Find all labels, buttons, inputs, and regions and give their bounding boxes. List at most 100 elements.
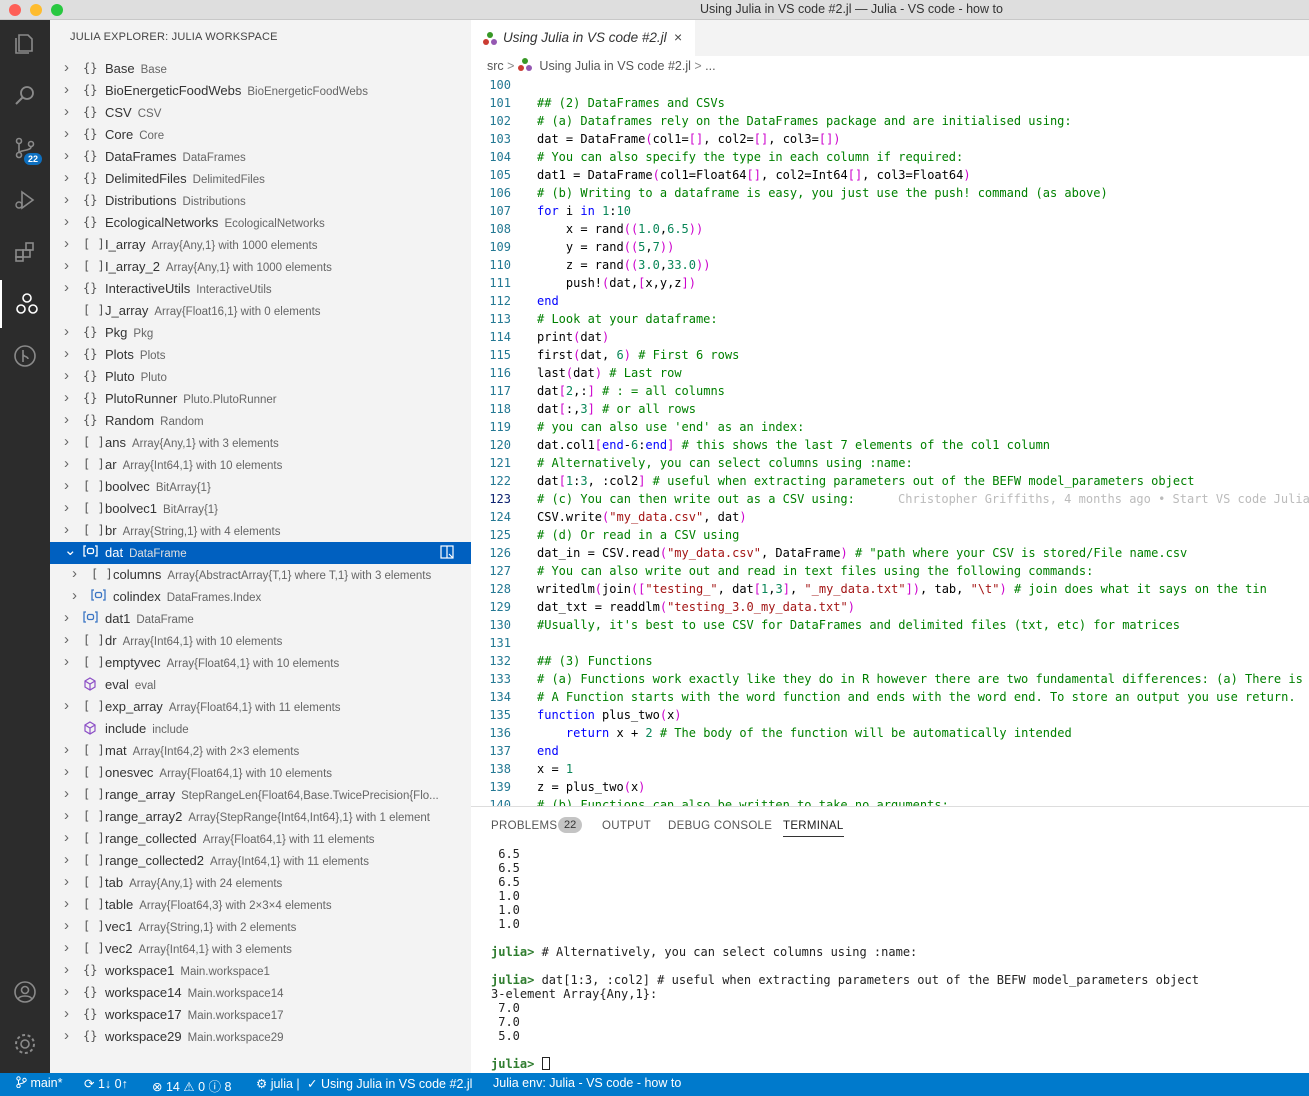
chevron-right-icon[interactable]: ›	[64, 741, 69, 758]
sync-status[interactable]: ⟳ 1↓ 0↑	[84, 1076, 128, 1091]
chevron-right-icon[interactable]: ›	[64, 59, 69, 76]
chevron-right-icon[interactable]: ›	[64, 851, 69, 868]
tree-item-table[interactable]: › [ ] table Array{Float64,3} with 2×3×4 ele…	[50, 894, 471, 916]
tree-item-interactiveutils[interactable]: › {} InteractiveUtils InteractiveUtils	[50, 278, 471, 300]
chevron-right-icon[interactable]: ›	[64, 807, 69, 824]
source-control-activity[interactable]: 22	[0, 124, 50, 172]
chevron-right-icon[interactable]: ›	[64, 697, 69, 714]
chevron-right-icon[interactable]: ›	[72, 565, 77, 582]
chevron-right-icon[interactable]: ›	[64, 169, 69, 186]
tab-terminal[interactable]: TERMINAL	[783, 820, 844, 837]
accounts-activity[interactable]	[0, 968, 50, 1016]
tree-item-plots[interactable]: › {} Plots Plots	[50, 344, 471, 366]
tab-problems[interactable]: PROBLEMS	[491, 820, 557, 832]
chevron-right-icon[interactable]: ›	[72, 587, 77, 604]
manage-activity[interactable]	[0, 1020, 50, 1068]
chevron-right-icon[interactable]: ›	[64, 455, 69, 472]
chevron-right-icon[interactable]: ›	[64, 653, 69, 670]
chevron-right-icon[interactable]: ›	[64, 257, 69, 274]
chevron-right-icon[interactable]: ›	[64, 631, 69, 648]
chevron-right-icon[interactable]: ›	[64, 499, 69, 516]
tree-item-delimitedfiles[interactable]: › {} DelimitedFiles DelimitedFiles	[50, 168, 471, 190]
chevron-right-icon[interactable]: ›	[64, 477, 69, 494]
chevron-right-icon[interactable]: ›	[64, 1027, 69, 1044]
tree-item-pluto[interactable]: › {} Pluto Pluto	[50, 366, 471, 388]
chevron-right-icon[interactable]: ›	[64, 961, 69, 978]
chevron-right-icon[interactable]: ›	[64, 917, 69, 934]
extensions-activity[interactable]	[0, 228, 50, 276]
chevron-right-icon[interactable]: ›	[64, 763, 69, 780]
tree-item-dataframes[interactable]: › {} DataFrames DataFrames	[50, 146, 471, 168]
tab-close-icon[interactable]: ×	[674, 29, 682, 45]
chevron-right-icon[interactable]: ›	[64, 1005, 69, 1022]
tab-output[interactable]: OUTPUT	[602, 820, 651, 832]
chevron-right-icon[interactable]: ›	[64, 323, 69, 340]
code-editor[interactable]: 100 101 ## (2) DataFrames and CSVs 102 # (a)…	[471, 78, 1309, 806]
chevron-right-icon[interactable]: ›	[64, 213, 69, 230]
breadcrumb-file[interactable]: Using Julia in VS code #2.jl	[539, 59, 690, 73]
chevron-right-icon[interactable]: ›	[64, 829, 69, 846]
tree-item-mat[interactable]: › [ ] mat Array{Int64,2} with 2×3 elements	[50, 740, 471, 762]
chevron-right-icon[interactable]: ›	[64, 81, 69, 98]
branch-status[interactable]: main*	[16, 1076, 62, 1090]
tree-item-bioenergeticfoodwebs[interactable]: ›{} BioEnergeticFoodWebs BioEnergeticFoodW…	[50, 80, 471, 102]
tree-item-range-array[interactable]: › [ ] range_array StepRangeLen{Float64,Base…	[50, 784, 471, 806]
chevron-right-icon[interactable]: ›	[64, 191, 69, 208]
close-window-button[interactable]	[9, 4, 21, 16]
chevron-right-icon[interactable]: ›	[64, 235, 69, 252]
chevron-right-icon[interactable]: ›	[64, 983, 69, 1000]
chevron-right-icon[interactable]: ›	[64, 147, 69, 164]
tree-item-workspace14[interactable]: › {} workspace14 Main.workspace14	[50, 982, 471, 1004]
chevron-right-icon[interactable]: ›	[64, 521, 69, 538]
file-status[interactable]: ✓ Using Julia in VS code #2.jl	[307, 1076, 472, 1091]
problems-status[interactable]: ⊗ 14 ⚠ 0 ⓘ 8	[152, 1076, 231, 1095]
tree-item-i-array-2[interactable]: › [ ] I_array_2 Array{Any,1} with 1000 elem…	[50, 256, 471, 278]
chevron-right-icon[interactable]: ›	[64, 103, 69, 120]
julia-status[interactable]: ⚙ julia |	[256, 1076, 300, 1091]
tab-debug-console[interactable]: DEBUG CONSOLE	[668, 820, 772, 832]
breadcrumb-folder[interactable]: src	[487, 59, 504, 73]
tree-item-ecologicalnetworks[interactable]: › {} EcologicalNetworks EcologicalNetworks	[50, 212, 471, 234]
tree-item-eval[interactable]: eval eval	[50, 674, 471, 696]
chevron-right-icon[interactable]: ›	[64, 873, 69, 890]
tree-item-tab[interactable]: › [ ] tab Array{Any,1} with 24 elements	[50, 872, 471, 894]
search-activity[interactable]	[0, 72, 50, 120]
tree-item-distributions[interactable]: › {} Distributions Distributions	[50, 190, 471, 212]
tree-item-vec1[interactable]: › [ ] vec1 Array{String,1} with 2 elements	[50, 916, 471, 938]
tree-item-core[interactable]: › {} Core Core	[50, 124, 471, 146]
tree-item-range-array2[interactable]: › [ ] range_array2 Array{StepRange{Int64,In…	[50, 806, 471, 828]
maximize-window-button[interactable]	[51, 4, 63, 16]
chevron-right-icon[interactable]: ›	[64, 411, 69, 428]
tree-item-j-array[interactable]: [ ] J_array Array{Float16,1} with 0 elemen…	[50, 300, 471, 322]
tree-item-boolvec1[interactable]: › [ ] boolvec1 BitArray{1}	[50, 498, 471, 520]
editor-tab[interactable]: Using Julia in VS code #2.jl ×	[471, 20, 695, 56]
chevron-down-icon[interactable]: ⌄	[64, 541, 77, 559]
tree-item-range-collected[interactable]: › [ ] range_collected Array{Float64,1} with…	[50, 828, 471, 850]
tree-item-csv[interactable]: › {} CSV CSV	[50, 102, 471, 124]
explorer-activity[interactable]	[0, 20, 50, 68]
tree-item-i-array[interactable]: › [ ] I_array Array{Any,1} with 1000 elemen…	[50, 234, 471, 256]
chevron-right-icon[interactable]: ›	[64, 433, 69, 450]
chevron-right-icon[interactable]: ›	[64, 939, 69, 956]
tree-item-base[interactable]: › {} Base Base	[50, 58, 471, 80]
tree-item-vec2[interactable]: › [ ] vec2 Array{Int64,1} with 3 elements	[50, 938, 471, 960]
chevron-right-icon[interactable]: ›	[64, 785, 69, 802]
julia-activity[interactable]	[0, 280, 50, 328]
tree-item-include[interactable]: include include	[50, 718, 471, 740]
tree-item-emptyvec[interactable]: › [ ] emptyvec Array{Float64,1} with 10 ele…	[50, 652, 471, 674]
tree-item-range-collected2[interactable]: › [ ] range_collected2 Array{Int64,1} with …	[50, 850, 471, 872]
tree-item-plutorunner[interactable]: › {} PlutoRunner Pluto.PlutoRunner	[50, 388, 471, 410]
open-in-viewer-icon[interactable]	[440, 545, 455, 563]
tree-item-workspace1[interactable]: › {} workspace1 Main.workspace1	[50, 960, 471, 982]
minimize-window-button[interactable]	[30, 4, 42, 16]
julia-env-status[interactable]: Julia env: Julia - VS code - how to	[493, 1076, 681, 1090]
tree-item-dr[interactable]: › [ ] dr Array{Int64,1} with 10 elements	[50, 630, 471, 652]
git-graph-activity[interactable]	[0, 332, 50, 380]
tree-item-pkg[interactable]: › {} Pkg Pkg	[50, 322, 471, 344]
tree-item-exp-array[interactable]: › [ ] exp_array Array{Float64,1} with 11 el…	[50, 696, 471, 718]
tree-item-dat1[interactable]: › dat1 DataFrame	[50, 608, 471, 630]
chevron-right-icon[interactable]: ›	[64, 895, 69, 912]
run-debug-activity[interactable]	[0, 176, 50, 224]
chevron-right-icon[interactable]: ›	[64, 125, 69, 142]
tree-item-ans[interactable]: › [ ] ans Array{Any,1} with 3 elements	[50, 432, 471, 454]
